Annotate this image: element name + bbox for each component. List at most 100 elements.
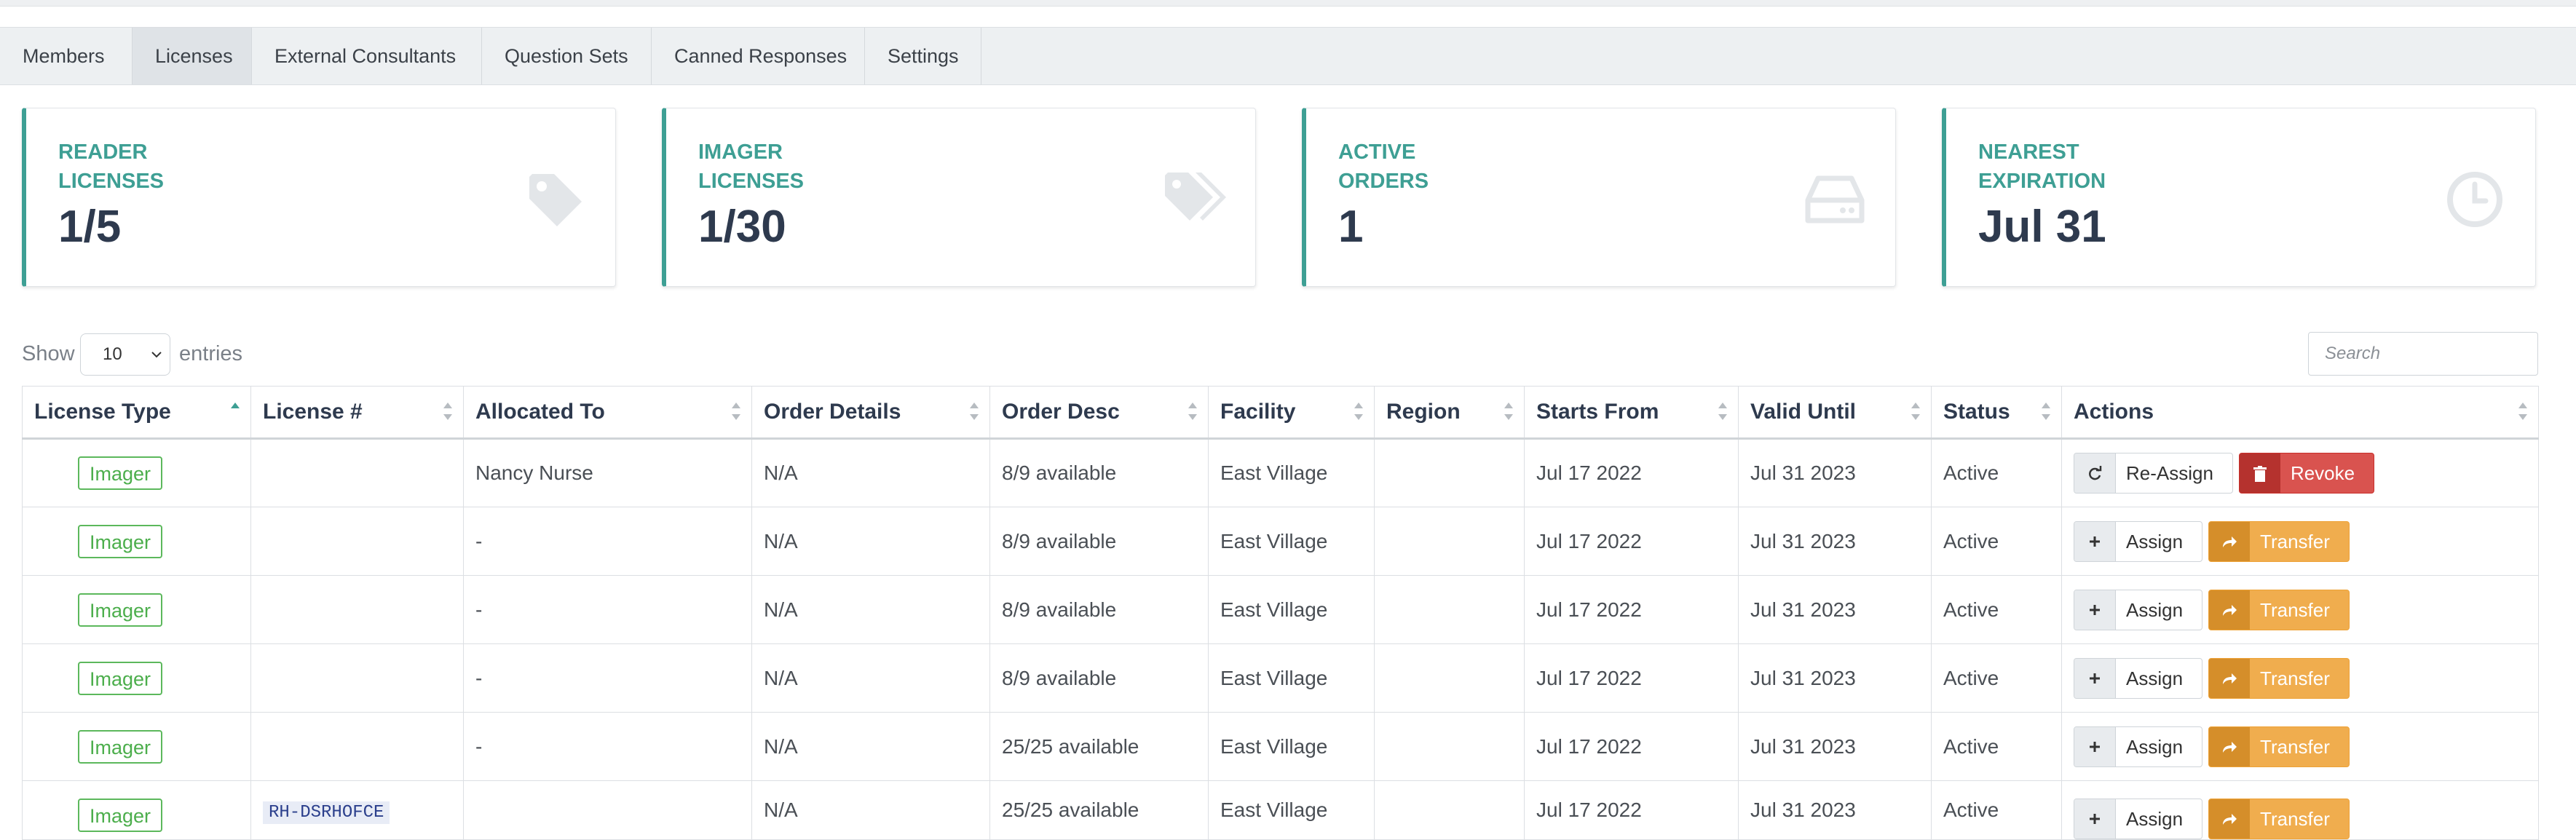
- assign-label: Assign: [2126, 598, 2184, 621]
- order-details-cell: N/A: [751, 438, 990, 507]
- license-number-cell: [250, 575, 464, 644]
- assign-button[interactable]: Assign: [2074, 657, 2203, 699]
- col-order-details[interactable]: Order Details: [751, 386, 990, 440]
- column-label: Facility: [1220, 400, 1296, 424]
- reassign-label: Re-Assign: [2126, 462, 2213, 484]
- valid-until-cell: Jul 31 2023: [1738, 575, 1932, 644]
- license-type-cell: Imager: [22, 712, 251, 781]
- card-title-line: IMAGER: [698, 140, 783, 164]
- tab-bar: Members Licenses External Consultants Qu…: [0, 27, 2576, 85]
- status-cell: Active: [1931, 438, 2062, 507]
- tab-settings[interactable]: Settings: [865, 28, 981, 84]
- sort-icon: [1504, 403, 1513, 420]
- license-number-cell: [250, 643, 464, 713]
- search-input[interactable]: [2308, 332, 2538, 376]
- col-license-type[interactable]: License Type: [22, 386, 251, 440]
- assign-button[interactable]: Assign: [2074, 520, 2203, 562]
- allocated-to-cell: -: [463, 712, 752, 781]
- tags-icon: [1165, 173, 1226, 221]
- region-cell: [1374, 780, 1525, 840]
- order-details-cell: N/A: [751, 575, 990, 644]
- plus-icon: [2074, 726, 2116, 766]
- license-type-badge: Imager: [78, 593, 163, 627]
- plus-icon: [2074, 590, 2116, 630]
- revoke-button[interactable]: Revoke: [2238, 453, 2375, 494]
- license-number-cell: [250, 712, 464, 781]
- col-starts-from[interactable]: Starts From: [1524, 386, 1739, 440]
- sort-icon: [1718, 403, 1727, 420]
- assign-button[interactable]: Assign: [2074, 589, 2203, 630]
- col-order-desc[interactable]: Order Desc: [989, 386, 1209, 440]
- tab-external-consultants[interactable]: External Consultants: [252, 28, 482, 84]
- license-number-cell: [250, 507, 464, 576]
- tab-licenses[interactable]: Licenses: [133, 28, 252, 84]
- starts-from-cell: Jul 17 2022: [1524, 712, 1739, 781]
- transfer-label: Transfer: [2260, 598, 2330, 621]
- starts-from-cell: Jul 17 2022: [1524, 780, 1739, 840]
- share-icon: [2209, 658, 2251, 698]
- transfer-button[interactable]: Transfer: [2208, 799, 2350, 839]
- column-label: Order Desc: [1002, 400, 1120, 424]
- facility-cell: East Village: [1208, 507, 1375, 576]
- license-type-cell: Imager: [22, 643, 251, 713]
- col-valid-until[interactable]: Valid Until: [1738, 386, 1932, 440]
- table-row: Imager Nancy Nurse N/A 8/9 available Eas…: [22, 438, 2539, 507]
- plus-icon: [2074, 658, 2116, 698]
- col-actions[interactable]: Actions: [2061, 386, 2539, 440]
- transfer-button[interactable]: Transfer: [2208, 589, 2350, 630]
- sort-icon: [1188, 403, 1197, 420]
- license-number-code: RH-DSRHOFCE: [263, 801, 390, 824]
- status-cell: Active: [1931, 712, 2062, 781]
- region-cell: [1374, 575, 1525, 644]
- tab-question-sets[interactable]: Question Sets: [482, 28, 652, 84]
- transfer-button[interactable]: Transfer: [2208, 520, 2350, 562]
- reassign-button[interactable]: Re-Assign: [2074, 453, 2233, 494]
- col-region[interactable]: Region: [1374, 386, 1525, 440]
- starts-from-cell: Jul 17 2022: [1524, 643, 1739, 713]
- col-facility[interactable]: Facility: [1208, 386, 1375, 440]
- status-cell: Active: [1931, 643, 2062, 713]
- imager-licenses-card: IMAGER LICENSES 1/30: [662, 108, 1256, 287]
- table-header-row: License Type License # Allocated To Orde…: [22, 386, 2539, 440]
- valid-until-cell: Jul 31 2023: [1738, 643, 1932, 713]
- assign-label: Assign: [2126, 808, 2184, 830]
- transfer-label: Transfer: [2260, 530, 2330, 552]
- show-label: Show: [22, 342, 75, 365]
- assign-button[interactable]: Assign: [2074, 799, 2203, 839]
- license-type-cell: Imager: [22, 438, 251, 507]
- license-type-cell: Imager: [22, 575, 251, 644]
- region-cell: [1374, 507, 1525, 576]
- col-allocated-to[interactable]: Allocated To: [463, 386, 752, 440]
- tab-canned-responses[interactable]: Canned Responses: [652, 28, 865, 84]
- license-type-badge: Imager: [78, 456, 163, 490]
- hdd-icon: [1805, 175, 1865, 223]
- sort-asc-icon: [231, 403, 240, 408]
- assign-label: Assign: [2126, 667, 2184, 689]
- license-type-cell: Imager: [22, 780, 251, 840]
- entries-label: entries: [179, 342, 243, 365]
- sort-icon: [2518, 403, 2527, 420]
- tab-members[interactable]: Members: [0, 28, 133, 84]
- share-icon: [2209, 726, 2251, 766]
- active-orders-card: ACTIVE ORDERS 1: [1302, 108, 1896, 287]
- assign-button[interactable]: Assign: [2074, 726, 2203, 767]
- license-type-badge: Imager: [78, 729, 163, 764]
- entries-select[interactable]: 10: [80, 333, 170, 376]
- sort-icon: [970, 403, 979, 420]
- transfer-button[interactable]: Transfer: [2208, 657, 2350, 699]
- refresh-icon: [2074, 453, 2116, 493]
- license-number-cell: RH-DSRHOFCE: [250, 780, 464, 840]
- share-icon: [2209, 590, 2251, 630]
- sort-icon: [2042, 403, 2050, 420]
- col-status[interactable]: Status: [1931, 386, 2062, 440]
- facility-cell: East Village: [1208, 575, 1375, 644]
- transfer-button[interactable]: Transfer: [2208, 726, 2350, 767]
- actions-cell: Assign Transfer: [2061, 643, 2539, 713]
- actions-cell: Assign Transfer: [2061, 712, 2539, 781]
- allocated-to-cell: -: [463, 507, 752, 576]
- col-license-number[interactable]: License #: [250, 386, 464, 440]
- clock-icon: [2447, 172, 2502, 227]
- starts-from-cell: Jul 17 2022: [1524, 575, 1739, 644]
- valid-until-cell: Jul 31 2023: [1738, 438, 1932, 507]
- order-details-cell: N/A: [751, 643, 990, 713]
